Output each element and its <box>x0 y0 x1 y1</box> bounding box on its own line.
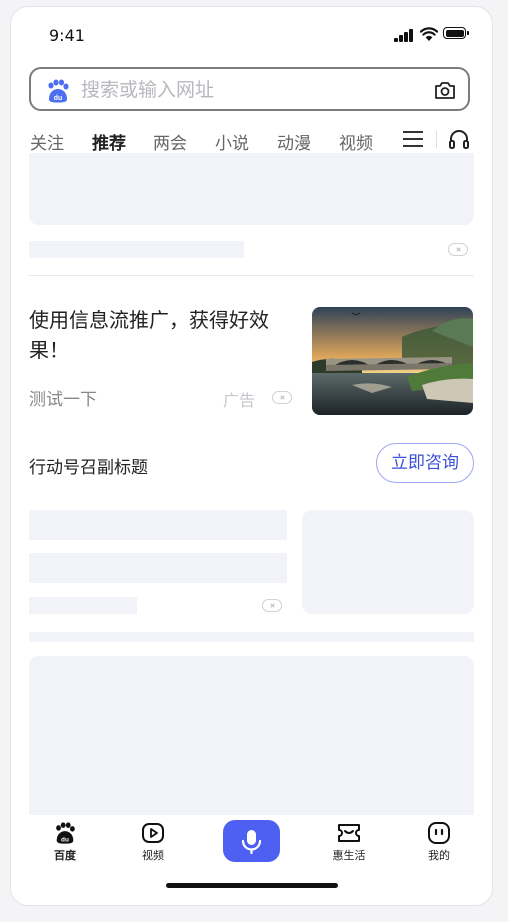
nav-item-profile[interactable]: 我的 <box>409 821 469 863</box>
channel-tabs: 关注 推荐 两会 小说 动漫 视频 <box>11 125 492 154</box>
voice-search-button[interactable] <box>223 820 280 862</box>
consult-now-button[interactable]: 立即咨询 <box>376 443 474 483</box>
feed-image-placeholder <box>302 510 474 614</box>
coupon-icon <box>338 824 360 842</box>
cellular-signal-icon <box>394 29 416 42</box>
nav-label: 我的 <box>428 849 450 862</box>
ad-label: 广告 <box>223 391 256 410</box>
bottom-navigation: du 百度 视频 惠生活 我的 <box>11 815 492 905</box>
feed-text-placeholder <box>29 241 244 258</box>
nav-label: 视频 <box>142 849 164 862</box>
phone-screen: 9:41 du 关注 推荐 两会 小说 动漫 视频 <box>10 6 493 906</box>
feed-text-placeholder <box>29 597 137 614</box>
wifi-icon <box>420 27 438 41</box>
dismiss-icon[interactable] <box>448 243 468 256</box>
nav-label: 百度 <box>54 849 76 862</box>
search-input[interactable] <box>81 77 411 103</box>
ad-thumbnail-image[interactable] <box>312 307 473 415</box>
tab-divider <box>436 131 437 148</box>
headphones-icon[interactable] <box>448 128 470 150</box>
search-bar[interactable]: du <box>29 67 470 111</box>
feed-separator-placeholder <box>29 632 474 642</box>
ad-subtitle: 测试一下 <box>29 390 97 410</box>
microphone-icon <box>241 830 262 855</box>
svg-text:du: du <box>61 836 69 843</box>
ad-dismiss-icon[interactable] <box>272 391 292 404</box>
battery-icon <box>443 27 469 39</box>
tab-video[interactable]: 视频 <box>339 129 373 154</box>
status-time: 9:41 <box>49 26 85 45</box>
feed-text-placeholder <box>29 553 287 583</box>
divider <box>29 275 474 276</box>
nav-item-video[interactable]: 视频 <box>123 821 183 863</box>
feed-card-placeholder <box>29 656 474 826</box>
home-indicator[interactable] <box>166 883 338 888</box>
channel-menu-icon[interactable] <box>403 131 423 147</box>
nav-label: 惠生活 <box>332 849 366 862</box>
tab-two-sessions[interactable]: 两会 <box>153 129 187 154</box>
cta-subtitle: 行动号召副标题 <box>29 458 148 478</box>
dismiss-icon[interactable] <box>262 599 282 612</box>
feed-text-placeholder <box>29 510 287 540</box>
nav-item-baidu[interactable]: du 百度 <box>35 821 95 863</box>
baidu-paw-icon: du <box>56 822 75 844</box>
tab-follow[interactable]: 关注 <box>30 129 64 154</box>
tab-novels[interactable]: 小说 <box>215 129 249 154</box>
profile-face-icon <box>428 822 450 844</box>
baidu-paw-icon: du <box>48 79 69 103</box>
camera-icon[interactable] <box>433 78 457 102</box>
svg-text:du: du <box>54 95 63 102</box>
ad-title[interactable]: 使用信息流推广，获得好效果！ <box>29 305 299 365</box>
video-play-icon <box>142 823 164 843</box>
status-bar: 9:41 <box>11 7 492 63</box>
feed-card-placeholder <box>29 153 474 225</box>
tab-recommend[interactable]: 推荐 <box>92 129 126 154</box>
nav-item-hui-life[interactable]: 惠生活 <box>319 821 379 863</box>
tab-anime[interactable]: 动漫 <box>277 129 311 154</box>
